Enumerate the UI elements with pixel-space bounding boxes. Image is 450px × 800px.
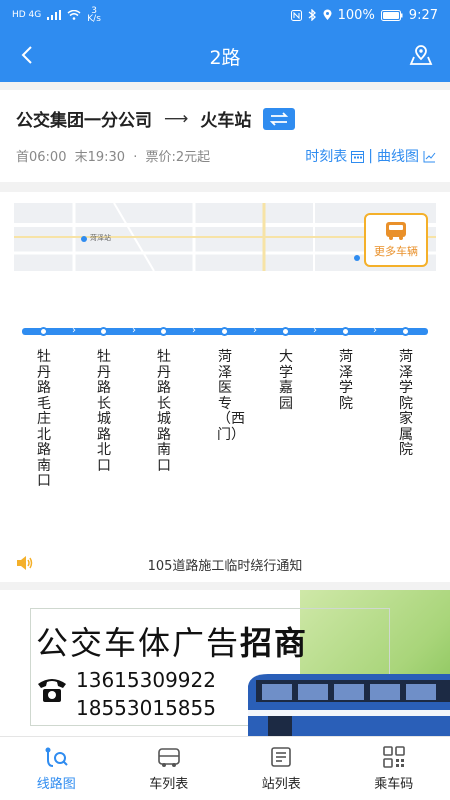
swap-icon bbox=[270, 111, 289, 126]
stop-marker[interactable] bbox=[39, 327, 48, 336]
station-list-icon bbox=[271, 746, 292, 767]
more-vehicles-label: 更多车辆 bbox=[374, 245, 418, 258]
nfc-icon bbox=[290, 9, 302, 21]
net-speed: 3 K/s bbox=[87, 7, 101, 24]
network-status: HD 4G 3 K/s bbox=[12, 7, 101, 24]
link-separator: | bbox=[368, 148, 373, 164]
stop-marker[interactable] bbox=[159, 327, 168, 336]
route-destination: 火车站 bbox=[200, 111, 252, 131]
tab-label: 乘车码 bbox=[374, 776, 414, 792]
stop-name[interactable]: 牡丹路长城路北口 bbox=[96, 349, 112, 474]
stop-marker[interactable] bbox=[281, 327, 290, 336]
stop-name[interactable]: 菏泽医专（西门） bbox=[217, 349, 245, 443]
ad-phone-1: 13615309922 bbox=[76, 668, 216, 692]
direction-chevron-icon: › bbox=[72, 325, 76, 336]
ad-headline-bold: 招商 bbox=[240, 624, 309, 662]
route-origin: 公交集团一分公司 bbox=[16, 111, 152, 131]
route-map-card: 菏泽站 更多车辆 › › › › › › 牡丹路毛庄北路南口 牡丹路长城路北口 … bbox=[0, 192, 450, 582]
first-bus-time: 首06:00 bbox=[16, 150, 67, 165]
direction-chevron-icon: › bbox=[192, 325, 196, 336]
line-chart-icon[interactable] bbox=[423, 150, 436, 163]
bluetooth-icon bbox=[308, 9, 316, 21]
route-info-card: 公交集团一分公司 ⟶ 火车站 首06:00 末19:30 · 票价:2元起 时刻… bbox=[0, 90, 450, 182]
curve-chart-link[interactable]: 曲线图 bbox=[377, 146, 419, 166]
tab-bus-list[interactable]: 车列表 bbox=[113, 737, 226, 800]
direction-chevron-icon: › bbox=[313, 325, 317, 336]
bus-illustration bbox=[248, 674, 450, 736]
route-direction: 公交集团一分公司 ⟶ 火车站 bbox=[16, 106, 296, 131]
battery-icon bbox=[380, 9, 403, 21]
wifi-icon bbox=[67, 10, 81, 20]
stop-name[interactable]: 牡丹路毛庄北路南口 bbox=[36, 349, 52, 490]
location-pin-icon bbox=[323, 9, 332, 20]
route-schedule-info: 首06:00 末19:30 · 票价:2元起 bbox=[16, 146, 214, 165]
ad-phone-2: 18553015855 bbox=[76, 696, 216, 720]
stop-marker[interactable] bbox=[220, 327, 229, 336]
qr-code-icon bbox=[382, 745, 405, 768]
meta-separator: · bbox=[133, 150, 138, 165]
direction-arrow-icon: ⟶ bbox=[164, 108, 189, 129]
app-header: 2路 bbox=[0, 30, 450, 82]
swap-direction-button[interactable] bbox=[263, 107, 296, 130]
direction-chevron-icon: › bbox=[253, 325, 257, 336]
stop-name[interactable]: 大学嘉园 bbox=[278, 349, 294, 412]
fare: 票价:2元起 bbox=[145, 150, 211, 165]
stop-name[interactable]: 菏泽学院 bbox=[338, 349, 354, 412]
stop-marker[interactable] bbox=[99, 327, 108, 336]
signal-icon bbox=[47, 10, 62, 20]
stop-marker[interactable] bbox=[341, 327, 350, 336]
bottom-tab-bar: 线路图 车列表 站列表 乘车码 bbox=[0, 736, 450, 800]
direction-chevron-icon: › bbox=[132, 325, 136, 336]
telephone-icon bbox=[38, 679, 66, 702]
map-location-icon[interactable] bbox=[408, 42, 434, 68]
ad-headline-normal: 公交车体广告 bbox=[36, 624, 241, 662]
more-vehicles-button[interactable]: 更多车辆 bbox=[364, 213, 428, 267]
network-type: HD 4G bbox=[12, 10, 42, 20]
bus-list-icon bbox=[157, 747, 180, 767]
notice-text[interactable]: 105道路施工临时绕行通知 bbox=[0, 555, 450, 574]
tab-label: 车列表 bbox=[149, 776, 189, 792]
calendar-icon[interactable] bbox=[351, 150, 365, 163]
tab-ride-code[interactable]: 乘车码 bbox=[338, 737, 450, 800]
clock: 9:27 bbox=[408, 7, 438, 23]
net-speed-unit: K/s bbox=[87, 14, 101, 24]
route-links: 时刻表 | 曲线图 bbox=[305, 146, 436, 166]
battery-percent: 100% bbox=[337, 7, 375, 23]
stop-name[interactable]: 牡丹路长城路南口 bbox=[156, 349, 172, 474]
last-bus-time: 末19:30 bbox=[74, 150, 126, 165]
page-title: 2路 bbox=[209, 47, 241, 69]
notice-bar[interactable]: 105道路施工临时绕行通知 bbox=[0, 552, 450, 576]
bus-icon bbox=[386, 222, 406, 240]
tab-label: 站列表 bbox=[261, 776, 301, 792]
direction-chevron-icon: › bbox=[373, 325, 377, 336]
route-map-icon bbox=[45, 747, 68, 767]
tab-label: 线路图 bbox=[36, 776, 76, 792]
map-station-label: 菏泽站 bbox=[90, 234, 111, 242]
stop-name[interactable]: 菏泽学院家属院 bbox=[398, 349, 414, 459]
status-bar: HD 4G 3 K/s 100% 9:27 bbox=[0, 0, 450, 30]
tab-station-list[interactable]: 站列表 bbox=[225, 737, 338, 800]
tab-route-map[interactable]: 线路图 bbox=[0, 737, 113, 800]
ad-headline: 公交车体广告招商 bbox=[36, 618, 308, 664]
timetable-link[interactable]: 时刻表 bbox=[305, 146, 347, 166]
stop-marker[interactable] bbox=[401, 327, 410, 336]
ad-banner[interactable]: 公交车体广告招商 13615309922 18553015855 bbox=[0, 590, 450, 736]
